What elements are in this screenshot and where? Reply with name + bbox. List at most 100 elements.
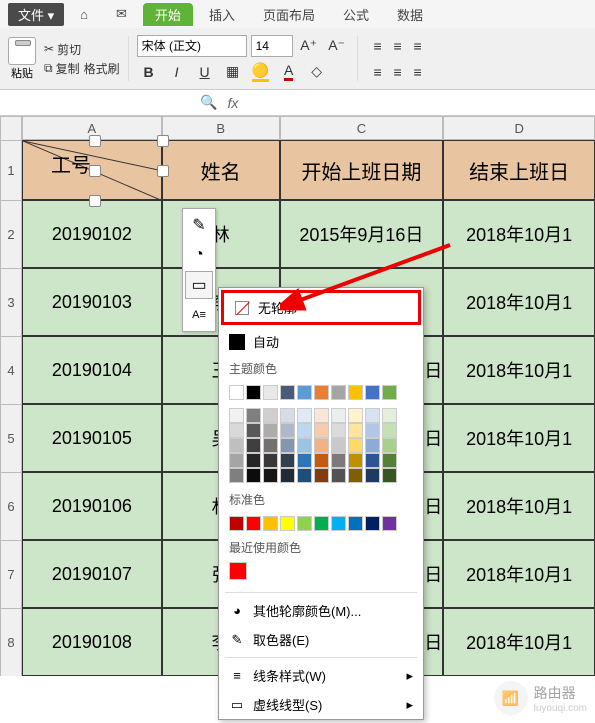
eyedropper-item[interactable]: ✎ 取色器(E) — [219, 625, 423, 654]
color-swatch[interactable] — [280, 408, 295, 423]
tab-start[interactable]: 开始 — [143, 3, 193, 26]
cut-button[interactable]: ✂ 剪切 — [44, 41, 120, 58]
col-header-c[interactable]: C — [280, 116, 444, 140]
selection-handle[interactable] — [89, 165, 101, 177]
color-swatch[interactable] — [297, 423, 312, 438]
color-swatch[interactable] — [280, 516, 295, 531]
table-cell[interactable]: 2018年10月1 — [443, 404, 595, 472]
fill-color-button[interactable]: 🟡 — [249, 60, 273, 84]
more-colors-item[interactable]: ◕ 其他轮廓颜色(M)... — [219, 596, 423, 625]
color-swatch[interactable] — [331, 438, 346, 453]
zoom-icon[interactable]: 🔍 — [200, 94, 217, 111]
color-swatch[interactable] — [297, 468, 312, 483]
color-swatch[interactable] — [297, 408, 312, 423]
color-swatch[interactable] — [297, 385, 312, 400]
color-swatch[interactable] — [314, 438, 329, 453]
color-swatch[interactable] — [246, 468, 261, 483]
color-swatch[interactable] — [229, 468, 244, 483]
color-swatch[interactable] — [382, 408, 397, 423]
row-header-1[interactable]: 1 — [0, 140, 22, 200]
color-swatch[interactable] — [229, 385, 244, 400]
no-outline-item[interactable]: 无轮廓 — [221, 290, 421, 325]
color-swatch[interactable] — [280, 423, 295, 438]
color-swatch[interactable] — [280, 453, 295, 468]
copy-button[interactable]: ⧉ 复制 — [44, 60, 80, 77]
table-cell[interactable]: 2018年10月1 — [443, 200, 595, 268]
color-swatch[interactable] — [348, 516, 363, 531]
table-cell[interactable]: 20190104 — [22, 336, 162, 404]
color-swatch[interactable] — [382, 438, 397, 453]
table-cell[interactable]: 20190107 — [22, 540, 162, 608]
dash-type-item[interactable]: ▭ 虚线线型(S)▸ — [219, 690, 423, 719]
color-swatch[interactable] — [263, 408, 278, 423]
tab-formula[interactable]: 公式 — [331, 3, 381, 26]
color-swatch[interactable] — [365, 516, 380, 531]
tab-layout[interactable]: 页面布局 — [251, 3, 327, 26]
color-swatch[interactable] — [382, 385, 397, 400]
row-header-5[interactable]: 5 — [0, 404, 22, 472]
selection-handle[interactable] — [89, 195, 101, 207]
font-name-select[interactable] — [137, 35, 247, 57]
font-color-button[interactable]: A — [277, 60, 301, 84]
color-swatch[interactable] — [263, 385, 278, 400]
table-cell[interactable]: 林 — [162, 200, 280, 268]
col-header-b[interactable]: B — [162, 116, 280, 140]
color-swatch[interactable] — [229, 438, 244, 453]
decrease-font-button[interactable]: A⁻ — [325, 34, 349, 58]
color-swatch[interactable] — [246, 516, 261, 531]
clear-format-button[interactable]: ◇ — [305, 60, 329, 84]
table-cell[interactable]: 20190102 — [22, 200, 162, 268]
color-swatch[interactable] — [382, 423, 397, 438]
color-swatch[interactable] — [229, 423, 244, 438]
tab-placeholder-1[interactable]: ⌂ — [68, 5, 100, 24]
auto-color-item[interactable]: 自动 — [219, 327, 423, 356]
cell-header-start[interactable]: 开始上班日期 — [280, 140, 444, 200]
table-cell[interactable]: 20190105 — [22, 404, 162, 472]
color-swatch[interactable] — [365, 423, 380, 438]
color-swatch[interactable] — [348, 438, 363, 453]
color-swatch[interactable] — [365, 438, 380, 453]
color-swatch[interactable] — [331, 408, 346, 423]
table-cell[interactable]: 2015年9月16日 — [280, 200, 444, 268]
bold-button[interactable]: B — [137, 60, 161, 84]
color-swatch[interactable] — [314, 423, 329, 438]
color-swatch[interactable] — [297, 438, 312, 453]
selection-handle[interactable] — [157, 165, 169, 177]
corner-cell[interactable] — [0, 116, 22, 140]
color-swatch[interactable] — [382, 468, 397, 483]
color-swatch[interactable] — [331, 385, 346, 400]
align-right[interactable]: ≡ — [406, 60, 430, 84]
color-swatch[interactable] — [348, 385, 363, 400]
color-swatch[interactable] — [263, 516, 278, 531]
table-cell[interactable]: 2018年10月1 — [443, 540, 595, 608]
color-swatch[interactable] — [382, 516, 397, 531]
format-painter-button[interactable]: 格式刷 — [84, 60, 120, 77]
color-swatch[interactable] — [263, 423, 278, 438]
text-box-button[interactable]: A≡ — [185, 301, 213, 329]
color-swatch[interactable] — [229, 408, 244, 423]
color-swatch[interactable] — [348, 408, 363, 423]
font-size-select[interactable] — [251, 35, 293, 57]
color-swatch[interactable] — [246, 423, 261, 438]
selection-handle[interactable] — [89, 135, 101, 147]
color-swatch[interactable] — [263, 438, 278, 453]
table-cell[interactable]: 20190103 — [22, 268, 162, 336]
color-swatch[interactable] — [314, 468, 329, 483]
color-swatch[interactable] — [365, 468, 380, 483]
line-style-item[interactable]: ≡ 线条样式(W)▸ — [219, 661, 423, 690]
table-cell[interactable]: 20190108 — [22, 608, 162, 676]
color-swatch[interactable] — [365, 453, 380, 468]
increase-font-button[interactable]: A⁺ — [297, 34, 321, 58]
row-header-2[interactable]: 2 — [0, 200, 22, 268]
color-swatch[interactable] — [314, 516, 329, 531]
col-header-d[interactable]: D — [443, 116, 595, 140]
color-swatch[interactable] — [280, 385, 295, 400]
color-swatch[interactable] — [246, 453, 261, 468]
tab-insert[interactable]: 插入 — [197, 3, 247, 26]
color-swatch[interactable] — [280, 438, 295, 453]
row-header-6[interactable]: 6 — [0, 472, 22, 540]
table-cell[interactable]: 2018年10月1 — [443, 268, 595, 336]
color-swatch[interactable] — [382, 453, 397, 468]
table-cell[interactable]: 2018年10月1 — [443, 472, 595, 540]
paste-button[interactable]: 粘贴 — [8, 37, 36, 81]
